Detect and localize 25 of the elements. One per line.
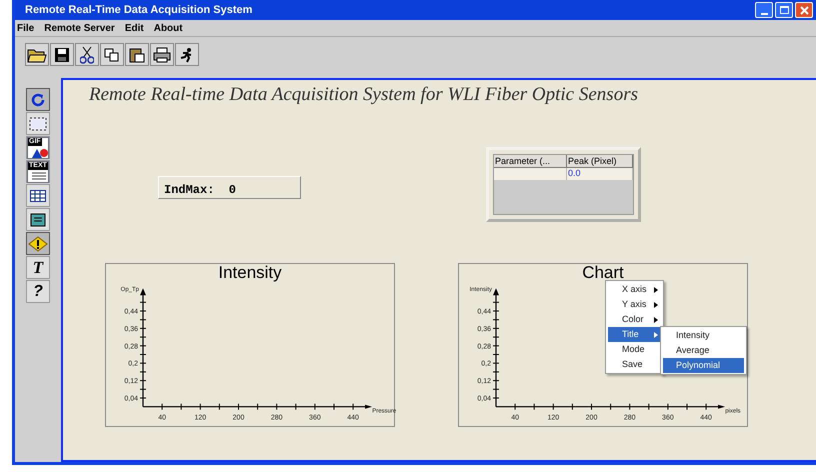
chart-title: Intensity: [217, 264, 283, 280]
column-header[interactable]: Parameter (...: [494, 154, 567, 168]
window-title: Remote Real-Time Data Acquisition System: [25, 2, 254, 18]
tool-button[interactable]: T: [26, 256, 50, 279]
page-heading: Remote Real-time Data Acquisition System for WLI Fiber Optic Sensors: [88, 83, 639, 107]
menu-item[interactable]: Remote Server: [44, 20, 115, 36]
tool-button[interactable]: ?: [26, 280, 50, 303]
context-menu-item[interactable]: Title: [608, 327, 661, 342]
submenu-item[interactable]: Intensity: [663, 328, 744, 343]
submenu-item[interactable]: Average: [663, 343, 744, 358]
menu-item[interactable]: Edit: [124, 20, 144, 36]
menu-item[interactable]: File: [17, 20, 34, 36]
help-icon: ?: [33, 284, 43, 300]
context-menu-item[interactable]: X axis: [608, 282, 661, 297]
context-menu-item[interactable]: Y axis: [608, 297, 661, 312]
chart-title: Chart: [581, 264, 625, 280]
table-cell: 0.0: [567, 168, 633, 180]
context-menu-item[interactable]: Color: [608, 312, 661, 327]
menu-item[interactable]: About: [154, 20, 183, 36]
context-menu-item[interactable]: Mode: [608, 342, 661, 357]
submenu-item[interactable]: Polynomial: [663, 358, 744, 373]
context-menu-item[interactable]: Save: [608, 357, 661, 372]
font-icon: T: [32, 259, 44, 276]
column-header[interactable]: Peak (Pixel): [567, 154, 633, 168]
indmax-display: IndMax: 0: [158, 176, 301, 198]
